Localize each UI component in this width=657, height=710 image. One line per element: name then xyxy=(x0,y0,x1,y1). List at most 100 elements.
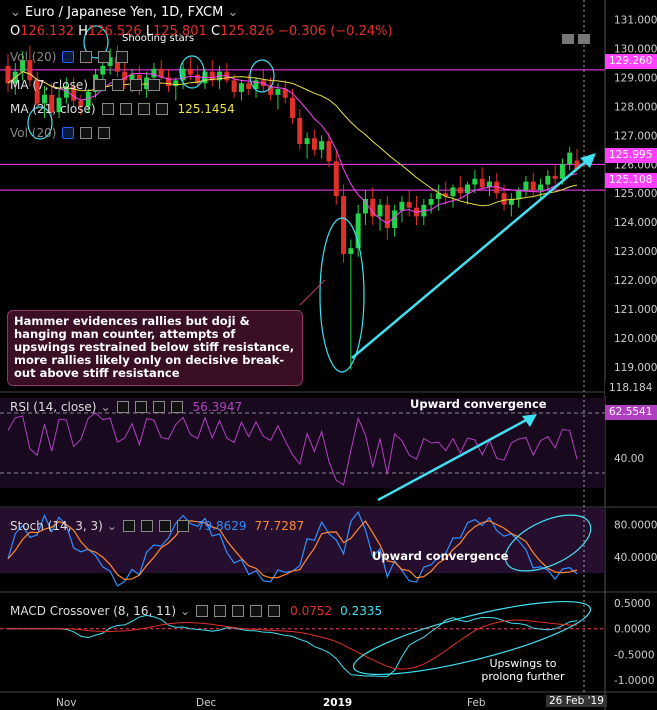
candle-body xyxy=(523,181,529,191)
chevron-down-icon[interactable]: ⌄ xyxy=(107,519,117,533)
close-icon[interactable] xyxy=(170,401,183,413)
close-icon[interactable] xyxy=(155,103,168,115)
rsi-tag: 62.5541 xyxy=(605,405,657,420)
legend-vol2: Vol (20) xyxy=(10,126,111,140)
candle-body xyxy=(326,141,332,162)
ohlc-row: O126.132 H126.526 L125.801 C125.826 −0.3… xyxy=(10,24,393,39)
stoch-legend: Stoch (14, 3, 3) ⌄ 79.8629 77.7287 xyxy=(10,519,304,533)
legend-vol-label: Vol (20) xyxy=(10,50,57,64)
rsi-legend: RSI (14, close) ⌄ 56.3947 xyxy=(10,400,242,414)
eye-icon[interactable] xyxy=(196,605,209,617)
settings-icon[interactable] xyxy=(111,79,124,91)
settings-icon[interactable] xyxy=(80,127,93,139)
legend-vol: Vol (20) xyxy=(10,50,129,64)
price-tick-label: 129.000 xyxy=(614,72,657,84)
trend-arrow xyxy=(351,157,591,359)
plus-icon[interactable] xyxy=(152,401,165,413)
price-tick-label: 122.000 xyxy=(614,275,657,287)
candle-body xyxy=(238,83,244,92)
candle-body xyxy=(399,201,405,211)
macd-legend: MACD Crossover (8, 16, 11) ⌄ 0.0752 0.23… xyxy=(10,604,382,618)
legend-ma21: MA (21, close) 125.1454 xyxy=(10,102,235,116)
menu-icon xyxy=(578,34,590,44)
eye-icon[interactable] xyxy=(101,103,114,115)
date-dec: Dec xyxy=(196,697,217,709)
plus-icon[interactable] xyxy=(250,605,263,617)
close-icon[interactable] xyxy=(98,127,111,139)
candle-body xyxy=(311,138,317,150)
candle-body xyxy=(465,184,471,194)
note-pointer xyxy=(299,279,326,306)
candle-body xyxy=(428,199,434,205)
eye-icon[interactable] xyxy=(116,401,129,413)
candle-body xyxy=(304,138,310,145)
date-nov: Nov xyxy=(56,697,77,709)
settings-icon[interactable] xyxy=(140,520,153,532)
candle-body xyxy=(377,204,383,217)
candle-body xyxy=(450,187,456,197)
legend-ma21-value: 125.1454 xyxy=(177,102,235,116)
settings-icon[interactable] xyxy=(214,605,227,617)
stoch-tick-label: 40.0000 xyxy=(614,552,657,564)
date-2019: 2019 xyxy=(323,697,353,709)
plus-icon[interactable] xyxy=(129,79,142,91)
rsi-value: 56.3947 xyxy=(192,400,243,414)
candle-body xyxy=(567,152,573,165)
ohlc-c-label: C xyxy=(210,24,221,39)
plus-icon[interactable] xyxy=(158,520,171,532)
analysis-note: Hammer evidences rallies but doji & hang… xyxy=(7,310,303,386)
macd-v1: 0.0752 xyxy=(290,604,333,618)
settings-icon[interactable] xyxy=(134,401,147,413)
close-icon[interactable] xyxy=(147,79,160,91)
price-tick-label: 125.000 xyxy=(614,188,657,200)
code-icon[interactable] xyxy=(232,605,245,617)
close-icon[interactable] xyxy=(116,51,129,63)
plus-icon[interactable] xyxy=(98,51,111,63)
chevron-icon[interactable]: ⌄ xyxy=(10,5,21,20)
macd-tick-label: 0.0000 xyxy=(614,624,651,636)
candle-body xyxy=(538,184,544,191)
candle-body xyxy=(333,161,339,197)
date-cursor: 26 Feb '19 xyxy=(546,695,607,707)
price-tick-label: 123.000 xyxy=(614,246,657,258)
candle-body xyxy=(187,68,193,75)
price-tick-label: 121.000 xyxy=(614,304,657,316)
candle-body xyxy=(341,196,347,254)
plus-icon[interactable] xyxy=(137,103,150,115)
date-feb: Feb xyxy=(467,697,486,709)
stoch-d-value: 77.7287 xyxy=(254,519,305,533)
candle-body xyxy=(100,65,106,75)
candle-body xyxy=(290,97,295,118)
price-tick-label: 124.000 xyxy=(614,217,657,229)
collapse-icon xyxy=(562,34,574,44)
eye-icon[interactable] xyxy=(62,127,75,139)
candle-body xyxy=(275,89,281,95)
settings-icon[interactable] xyxy=(80,51,93,63)
settings-icon[interactable] xyxy=(119,103,132,115)
ohlc-close: 125.826 xyxy=(220,24,274,39)
eye-icon[interactable] xyxy=(62,51,75,63)
rsi-label: RSI (14, close) xyxy=(10,400,97,414)
stoch-k-value: 79.8629 xyxy=(196,519,247,533)
candle-body xyxy=(319,141,325,150)
macd-tick-label: 0.5000 xyxy=(614,598,651,610)
close-icon[interactable] xyxy=(268,605,281,617)
chevron-down-icon[interactable]: ⌄ xyxy=(180,604,190,618)
price-tick-label: 120.000 xyxy=(614,333,657,345)
price-tag-bottom: 118.184 xyxy=(605,381,657,396)
candle-body xyxy=(384,204,390,228)
chevron-down-icon[interactable]: ⌄ xyxy=(227,5,238,20)
eye-icon[interactable] xyxy=(122,520,135,532)
price-tick-label: 131.000 xyxy=(614,15,657,27)
candle-body xyxy=(348,248,354,254)
chevron-down-icon[interactable]: ⌄ xyxy=(100,400,110,414)
candle-body xyxy=(545,175,551,185)
eye-icon[interactable] xyxy=(93,79,106,91)
shooting-stars-label: Shooting stars xyxy=(122,33,195,44)
rsi-convergence-label: Upward convergence xyxy=(410,397,547,411)
legend-ma21-label: MA (21, close) xyxy=(10,102,96,116)
close-icon[interactable] xyxy=(176,520,189,532)
ohlc-change: −0.306 (−0.24%) xyxy=(277,24,393,39)
price-tick-label: 127.000 xyxy=(614,130,657,142)
candle-body xyxy=(457,187,463,194)
